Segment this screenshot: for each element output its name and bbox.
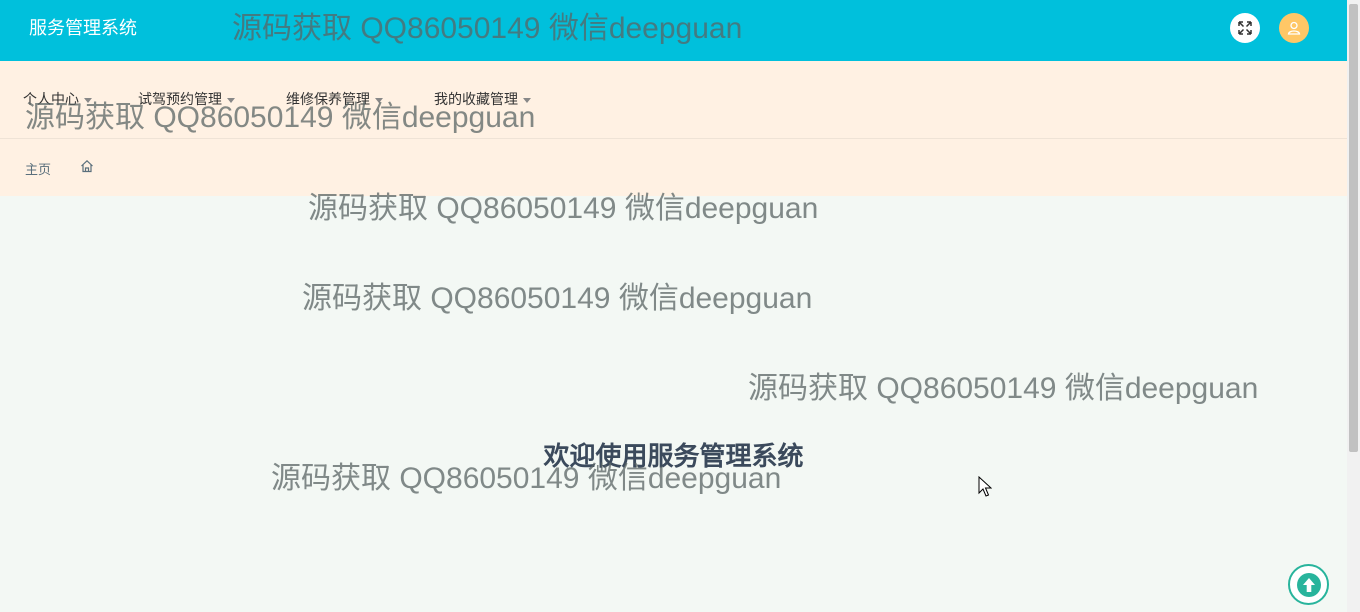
menu-item-label: 试驾预约管理	[138, 92, 222, 108]
welcome-message: 欢迎使用服务管理系统	[543, 442, 804, 472]
fullscreen-button[interactable]	[1230, 13, 1260, 43]
menu-item-label: 我的收藏管理	[434, 92, 518, 108]
caret-down-icon	[84, 97, 92, 103]
menu-item-personal-center[interactable]: 个人中心	[23, 91, 92, 109]
app-title: 服务管理系统	[29, 18, 137, 39]
menu-item-label: 维修保养管理	[286, 92, 370, 108]
caret-down-icon	[375, 97, 383, 103]
watermark-text: 源码获取 QQ86050149 微信deepguan	[748, 372, 1259, 405]
menu-item-maintenance[interactable]: 维修保养管理	[286, 91, 383, 109]
breadcrumb: 主页	[0, 139, 1347, 196]
top-header: 服务管理系统	[0, 0, 1347, 61]
mouse-cursor-icon	[978, 475, 993, 502]
breadcrumb-home-link[interactable]: 主页	[25, 159, 51, 178]
watermark-text: 源码获取 QQ86050149 微信deepguan	[302, 282, 813, 315]
user-icon	[1287, 21, 1301, 35]
fullscreen-icon	[1238, 21, 1252, 35]
caret-down-icon	[523, 97, 531, 103]
menu-item-test-drive[interactable]: 试驾预约管理	[138, 91, 235, 109]
user-avatar-button[interactable]	[1279, 13, 1309, 43]
back-to-top-button[interactable]	[1288, 564, 1329, 605]
arrow-up-circle-icon	[1296, 572, 1321, 597]
scrollbar-thumb[interactable]	[1349, 4, 1358, 452]
home-icon[interactable]	[80, 158, 94, 177]
caret-down-icon	[227, 97, 235, 103]
menu-item-favorites[interactable]: 我的收藏管理	[434, 91, 531, 109]
top-menu: 个人中心 试驾预约管理 维修保养管理 我的收藏管理	[0, 61, 1347, 139]
menu-item-label: 个人中心	[23, 92, 79, 108]
